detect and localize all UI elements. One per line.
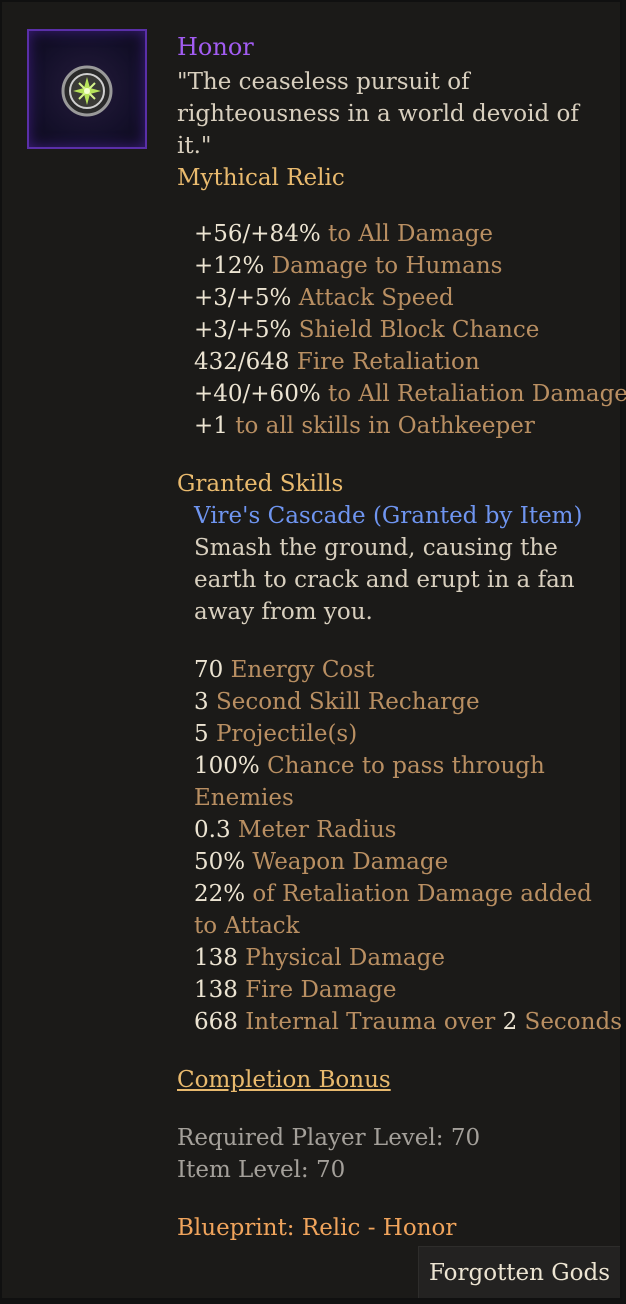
- stat-label: to All Damage: [320, 221, 494, 247]
- stat-value: +56/+84%: [194, 221, 321, 247]
- skill-stat-label-duration: Seconds: [517, 1009, 622, 1035]
- item-name: Honor: [177, 33, 254, 61]
- item-flavor-text: "The ceaseless pursuit of righteousness …: [177, 69, 579, 159]
- skill-stat-value: 3: [194, 689, 209, 715]
- skill-stat-value-duration: 2: [502, 1009, 518, 1035]
- stat-value: +1: [194, 413, 228, 439]
- stat-line: +3/+5% Shield Block Chance: [194, 314, 617, 346]
- stat-line: +12% Damage to Humans: [194, 250, 617, 282]
- skill-stat-value: 100%: [194, 753, 260, 779]
- skill-stat-label: Meter Radius: [230, 817, 397, 843]
- skill-stat-value: 138: [194, 977, 238, 1003]
- blueprint-label: Blueprint: Relic - Honor: [177, 1215, 457, 1241]
- stat-value: +3/+5%: [194, 317, 292, 343]
- skill-stat-value: 70: [194, 657, 224, 683]
- stat-line: +3/+5% Attack Speed: [194, 282, 617, 314]
- granted-skill: Vire's Cascade (Granted by Item) Smash t…: [177, 500, 622, 1038]
- skill-stat-line: 5 Projectile(s): [194, 718, 617, 750]
- skill-stat-line: 138 Physical Damage: [194, 942, 617, 974]
- skill-stat-value: 138: [194, 945, 238, 971]
- skill-stat-line: 100% Chance to pass through Enemies: [194, 750, 617, 814]
- skill-stat-line: 22% of Retaliation Damage added to Attac…: [194, 878, 617, 942]
- stat-value: +3/+5%: [194, 285, 292, 311]
- item-tooltip: Honor "The ceaseless pursuit of righteou…: [0, 0, 626, 1300]
- required-player-level: Required Player Level: 70: [177, 1125, 481, 1151]
- expansion-badge: Forgotten Gods: [418, 1246, 620, 1298]
- skill-stat-label: Energy Cost: [223, 657, 375, 683]
- skill-stat-line: 0.3 Meter Radius: [194, 814, 617, 846]
- skill-stat-value: 50%: [194, 849, 246, 875]
- stat-label: to all skills in Oathkeeper: [227, 413, 535, 439]
- completion-bonus-link[interactable]: Completion Bonus: [177, 1064, 617, 1096]
- item-level: Item Level: 70: [177, 1157, 346, 1183]
- stat-label: Shield Block Chance: [291, 317, 540, 343]
- stat-label: Damage to Humans: [264, 253, 503, 279]
- skill-stat-value: 668: [194, 1009, 238, 1035]
- skill-stat-label: Physical Damage: [237, 945, 445, 971]
- stat-value: +12%: [194, 253, 265, 279]
- skill-stat-label: of Retaliation Damage added to Attack: [194, 881, 592, 939]
- skill-stat-value: 22%: [194, 881, 246, 907]
- stat-value: +40/+60%: [194, 381, 321, 407]
- item-requirements: Required Player Level: 70 Item Level: 70: [177, 1122, 617, 1186]
- skill-stat-label: Projectile(s): [208, 721, 358, 747]
- stat-label: Attack Speed: [291, 285, 454, 311]
- stat-line: 432/648 Fire Retaliation: [194, 346, 617, 378]
- skill-stat-value: 5: [194, 721, 209, 747]
- item-stats: +56/+84% to All Damage +12% Damage to Hu…: [177, 218, 626, 442]
- skill-stat-value: 0.3: [194, 817, 231, 843]
- skill-stat-label: Second Skill Recharge: [208, 689, 480, 715]
- skill-stats: 70 Energy Cost 3 Second Skill Recharge 5…: [194, 654, 622, 1038]
- relic-glyph-icon: [61, 65, 113, 117]
- skill-stat-line: 50% Weapon Damage: [194, 846, 617, 878]
- skill-stat-line: 3 Second Skill Recharge: [194, 686, 617, 718]
- skill-description: Smash the ground, causing the earth to c…: [194, 535, 575, 625]
- skill-stat-label: Fire Damage: [237, 977, 397, 1003]
- stat-line: +40/+60% to All Retaliation Damage: [194, 378, 626, 410]
- stat-line: +1 to all skills in Oathkeeper: [194, 410, 617, 442]
- skill-name: Vire's Cascade (Granted by Item): [194, 503, 583, 529]
- skill-stat-line: 70 Energy Cost: [194, 654, 617, 686]
- skill-stat-line: 668 Internal Trauma over 2 Seconds: [194, 1006, 622, 1038]
- stat-label: to All Retaliation Damage: [320, 381, 626, 407]
- skill-stat-label: Internal Trauma over: [237, 1009, 503, 1035]
- granted-skills-title: Granted Skills: [177, 471, 344, 497]
- item-rarity: Mythical Relic: [177, 165, 345, 191]
- skill-stat-line: 138 Fire Damage: [194, 974, 617, 1006]
- skill-stat-label: Weapon Damage: [245, 849, 449, 875]
- stat-label: Fire Retaliation: [289, 349, 480, 375]
- stat-line: +56/+84% to All Damage: [194, 218, 617, 250]
- stat-value: 432/648: [194, 349, 290, 375]
- relic-honor-icon[interactable]: [27, 29, 147, 149]
- tooltip-content: Honor "The ceaseless pursuit of righteou…: [177, 28, 626, 1244]
